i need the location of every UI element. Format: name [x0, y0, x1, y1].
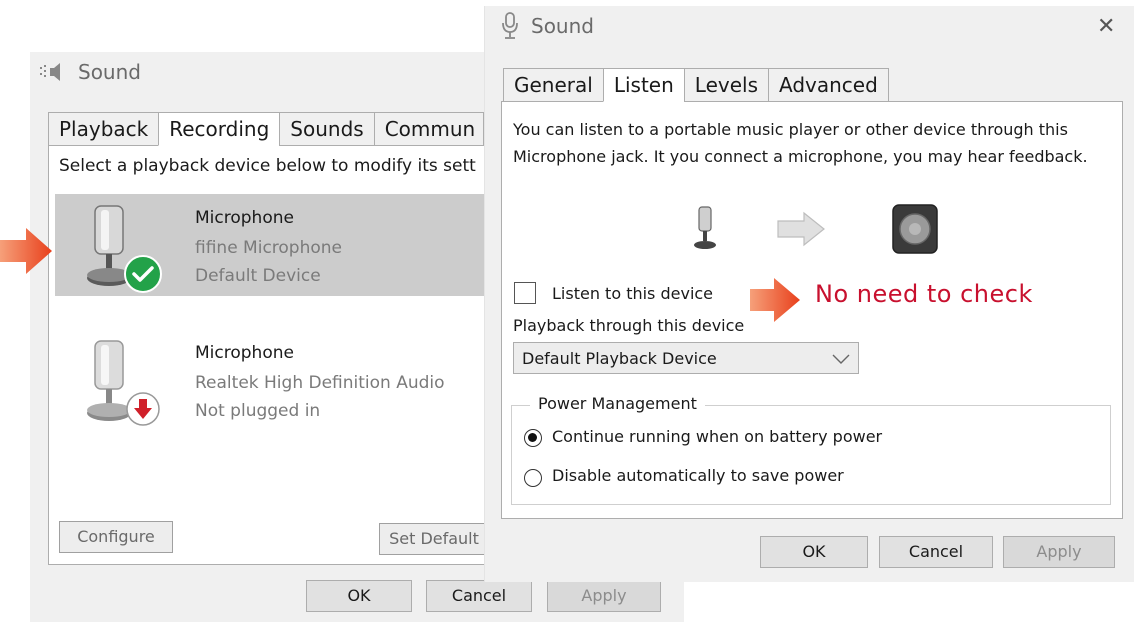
tab-recording[interactable]: Recording: [158, 112, 280, 146]
device-status: Not plugged in: [195, 401, 321, 421]
title-bar[interactable]: Sound ✕: [485, 6, 1134, 46]
set-default-button[interactable]: Set Default: [379, 523, 489, 555]
listen-description: You can listen to a portable music playe…: [513, 120, 1088, 166]
apply-button[interactable]: Apply: [1003, 536, 1115, 568]
tab-strip: Playback Recording Sounds Commun: [48, 112, 484, 146]
disable-automatically-label[interactable]: Disable automatically to save power: [552, 466, 844, 485]
arrow-right-icon: [777, 211, 825, 247]
device-name: Microphone: [195, 208, 294, 228]
playback-device-select[interactable]: Default Playback Device: [513, 342, 859, 374]
device-description: Realtek High Definition Audio: [195, 373, 445, 393]
tab-listen[interactable]: Listen: [602, 68, 684, 102]
ok-button[interactable]: OK: [306, 580, 412, 612]
device-status: Default Device: [195, 266, 321, 286]
microphone-icon: [694, 206, 716, 249]
device-row-realtek[interactable]: Microphone Realtek High Definition Audio…: [55, 329, 495, 431]
tab-sounds[interactable]: Sounds: [279, 112, 374, 146]
tab-advanced[interactable]: Advanced: [768, 68, 889, 102]
listen-panel: You can listen to a portable music playe…: [501, 101, 1123, 519]
microphone-title-icon: [502, 12, 518, 39]
instruction-text: Select a playback device below to modify…: [59, 156, 476, 176]
microphone-properties-window: Sound ✕ General Listen Levels Advanced Y…: [484, 6, 1134, 582]
tab-communications[interactable]: Commun: [373, 112, 484, 146]
cancel-button[interactable]: Cancel: [426, 580, 532, 612]
continue-running-radio[interactable]: [524, 429, 542, 447]
default-check-icon: [124, 255, 162, 293]
device-description: fifine Microphone: [195, 238, 343, 258]
window-title: Sound: [531, 14, 594, 38]
playback-label: Playback through this device: [513, 316, 745, 335]
pointer-arrow-left: [0, 228, 52, 274]
listen-checkbox[interactable]: [514, 282, 536, 304]
annotation-arrow: [750, 278, 800, 322]
disable-automatically-radio[interactable]: [524, 469, 542, 487]
playback-device-value: Default Playback Device: [522, 349, 717, 368]
configure-button[interactable]: Configure: [59, 521, 173, 553]
ok-button[interactable]: OK: [760, 536, 868, 568]
device-name: Microphone: [195, 343, 294, 363]
device-row-fifine[interactable]: Microphone fifine Microphone Default Dev…: [55, 194, 495, 296]
tab-strip: General Listen Levels Advanced: [503, 68, 889, 102]
cancel-button[interactable]: Cancel: [879, 536, 993, 568]
listen-checkbox-label[interactable]: Listen to this device: [552, 284, 713, 303]
tab-general[interactable]: General: [503, 68, 603, 102]
window-title: Sound: [78, 60, 141, 84]
close-icon[interactable]: ✕: [1097, 14, 1115, 39]
tab-playback[interactable]: Playback: [48, 112, 159, 146]
tab-levels[interactable]: Levels: [683, 68, 768, 102]
continue-running-label[interactable]: Continue running when on battery power: [552, 427, 882, 446]
chevron-down-icon: [832, 354, 850, 364]
unplugged-arrow-icon: [126, 392, 160, 426]
speaker-icon: [892, 204, 938, 254]
sound-icon: [40, 63, 60, 81]
power-management-label: Power Management: [530, 394, 705, 413]
power-management-group: [511, 405, 1111, 505]
annotation-text: No need to check: [815, 280, 1033, 308]
apply-button[interactable]: Apply: [547, 580, 661, 612]
